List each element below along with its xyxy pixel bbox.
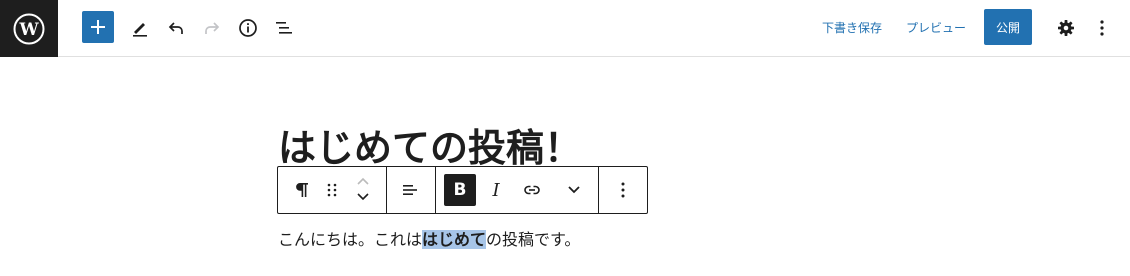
gear-icon <box>1058 20 1074 36</box>
list-view-icon <box>276 22 292 34</box>
tools-button[interactable] <box>122 10 158 46</box>
pilcrow-icon <box>296 183 308 197</box>
toolbar-divider <box>598 167 599 213</box>
more-options-button[interactable] <box>1084 10 1120 46</box>
redo-button[interactable] <box>194 10 230 46</box>
drag-handle[interactable] <box>322 174 342 206</box>
block-type-button[interactable] <box>286 174 318 206</box>
undo-icon <box>168 22 183 34</box>
italic-button[interactable]: I <box>480 174 512 206</box>
redo-icon <box>205 22 220 34</box>
block-toolbar: B I <box>277 166 648 214</box>
move-down-button[interactable] <box>352 189 374 205</box>
vertical-ellipsis-icon <box>1100 20 1104 36</box>
toolbar-divider <box>435 167 436 213</box>
details-button[interactable] <box>230 10 266 46</box>
add-block-button[interactable] <box>82 11 114 43</box>
block-options-button[interactable] <box>607 174 639 206</box>
svg-text:W: W <box>18 20 39 40</box>
chevron-up-icon <box>357 177 369 185</box>
paragraph-text-after: の投稿です。 <box>486 230 581 249</box>
align-button[interactable] <box>394 174 426 206</box>
paragraph-text-before: こんにちは。これは <box>278 230 423 249</box>
align-left-icon <box>403 185 417 195</box>
link-button[interactable] <box>516 174 548 206</box>
undo-button[interactable] <box>158 10 194 46</box>
wordpress-logo-icon[interactable]: W <box>0 0 58 57</box>
save-draft-button[interactable]: 下書き保存 <box>822 19 882 36</box>
plus-icon <box>91 20 105 34</box>
drag-handle-icon <box>327 183 337 197</box>
move-up-button[interactable] <box>352 173 374 189</box>
chevron-down-icon <box>568 186 580 194</box>
more-rich-text-button[interactable] <box>558 174 590 206</box>
paragraph-block[interactable]: こんにちは。これははじめての投稿です。 <box>278 229 580 251</box>
settings-button[interactable] <box>1048 10 1084 46</box>
preview-button[interactable]: プレビュー <box>906 19 966 36</box>
info-icon <box>239 19 257 37</box>
bold-button[interactable]: B <box>444 174 476 206</box>
editor-header: W 下書き保存 プレビュー 公開 <box>0 0 1130 57</box>
link-icon <box>524 185 540 195</box>
toolbar-divider <box>386 167 387 213</box>
vertical-ellipsis-icon <box>621 182 625 198</box>
selected-text[interactable]: はじめて <box>422 230 487 249</box>
pencil-icon <box>133 23 147 37</box>
chevron-down-icon <box>357 193 369 201</box>
publish-button[interactable]: 公開 <box>984 9 1032 45</box>
list-view-button[interactable] <box>266 10 302 46</box>
